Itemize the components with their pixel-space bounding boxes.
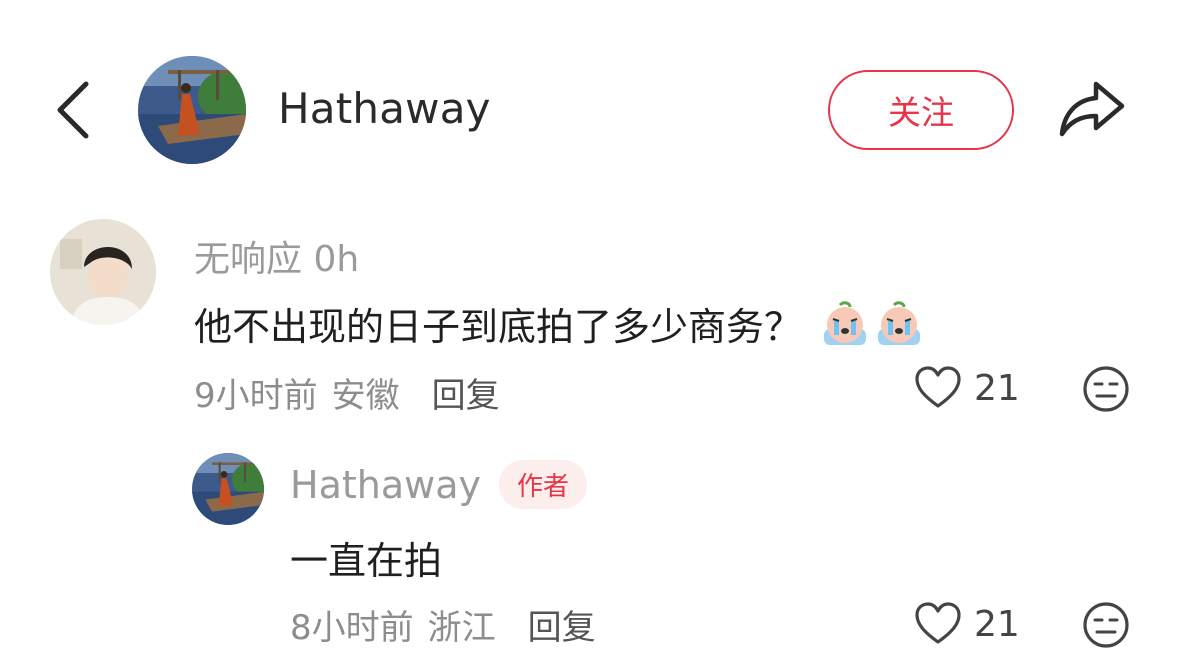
comment-body: 他不出现的日子到底拍了多少商务？	[194, 296, 924, 351]
like-button[interactable]: 21	[914, 366, 1020, 410]
heart-outline-icon	[915, 366, 961, 408]
reply-header: Hathaway 作者	[290, 460, 587, 509]
reply-text: 一直在拍	[290, 539, 443, 583]
reply-meta: 8小时前 浙江 回复	[290, 600, 596, 649]
meh-face-icon	[1083, 602, 1129, 648]
share-arrow-icon	[1059, 81, 1125, 137]
follow-button[interactable]: 关注	[828, 70, 1014, 150]
back-button[interactable]	[50, 78, 100, 142]
crying-sticker-icon	[824, 300, 867, 345]
reply-reply-button[interactable]: 回复	[528, 600, 596, 649]
author-name[interactable]: Hathaway	[278, 84, 491, 133]
sticker-group	[820, 299, 924, 349]
reply-author-name[interactable]: Hathaway	[290, 463, 481, 507]
comment-time: 9小时前	[194, 376, 318, 416]
like-count: 21	[974, 367, 1020, 409]
commenter-photo-image	[50, 219, 156, 325]
comment-text: 他不出现的日子到底拍了多少商务？	[194, 305, 803, 349]
commenter-name[interactable]: 无响应 0h	[194, 230, 359, 282]
reply-author-avatar[interactable]	[192, 453, 264, 525]
heart-outline-icon	[915, 602, 961, 644]
lake-photo-avatar-image	[192, 453, 264, 525]
lake-photo-avatar-image	[138, 56, 246, 164]
dislike-button[interactable]	[1082, 365, 1130, 417]
reply-like-count: 21	[974, 603, 1020, 645]
reply-location: 浙江	[427, 608, 496, 648]
chevron-left-icon	[57, 81, 89, 139]
crying-sticker-icon	[878, 300, 921, 345]
author-avatar[interactable]	[138, 56, 246, 164]
reply-dislike-button[interactable]	[1082, 601, 1130, 653]
comment-location: 安徽	[331, 376, 400, 416]
commenter-avatar[interactable]	[50, 219, 156, 325]
meh-face-icon	[1083, 366, 1129, 412]
author-badge: 作者	[498, 460, 587, 509]
reply-like-button[interactable]: 21	[914, 602, 1020, 646]
comment-meta: 9小时前 安徽 回复	[194, 368, 500, 417]
reply-time: 8小时前	[290, 608, 414, 648]
reply-button[interactable]: 回复	[432, 368, 500, 417]
share-button[interactable]	[1056, 78, 1128, 140]
